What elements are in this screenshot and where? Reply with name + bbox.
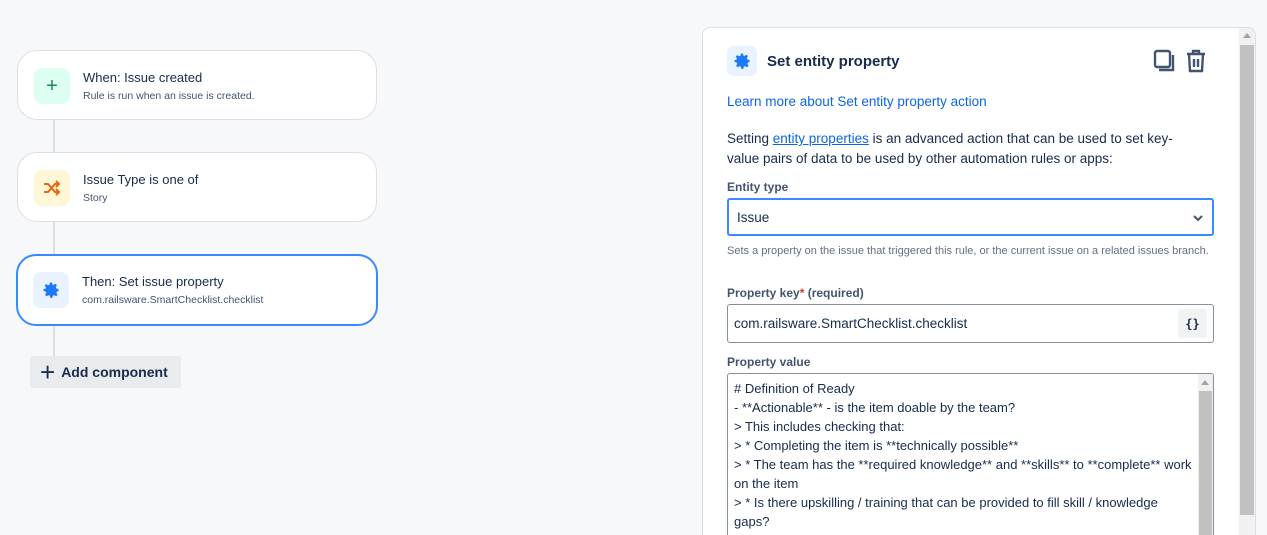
chevron-down-icon xyxy=(1192,210,1204,225)
property-key-input[interactable]: com.railsware.SmartChecklist.checklist {} xyxy=(727,304,1214,343)
property-key-value: com.railsware.SmartChecklist.checklist xyxy=(734,316,968,331)
entity-properties-link[interactable]: entity properties xyxy=(773,131,869,146)
textarea-scrollbar[interactable] xyxy=(1198,374,1213,535)
entity-type-select[interactable]: Issue xyxy=(727,198,1214,236)
gear-icon xyxy=(33,272,69,308)
trigger-card[interactable]: + When: Issue created Rule is run when a… xyxy=(17,50,377,120)
duplicate-icon[interactable] xyxy=(1153,49,1175,78)
smart-values-button[interactable]: {} xyxy=(1178,309,1207,338)
action-card[interactable]: Then: Set issue property com.railsware.S… xyxy=(16,254,378,326)
property-value-textarea[interactable]: # Definition of Ready - **Actionable** -… xyxy=(727,373,1214,535)
plus-icon: + xyxy=(34,68,70,104)
connector xyxy=(53,120,55,153)
condition-card[interactable]: Issue Type is one of Story xyxy=(17,152,377,222)
config-panel: Set entity property Learn more about Set… xyxy=(702,27,1256,535)
desc-text: Setting xyxy=(727,131,773,146)
property-value-label: Property value xyxy=(727,355,811,369)
property-key-label: Property key* (required) xyxy=(727,286,864,300)
gear-icon xyxy=(727,46,757,76)
required-mark: * xyxy=(799,286,805,300)
learn-more-link[interactable]: Learn more about Set entity property act… xyxy=(727,94,987,109)
label-text: Property key xyxy=(727,286,800,300)
property-value-text: # Definition of Ready - **Actionable** -… xyxy=(734,381,1192,529)
card-title: When: Issue created xyxy=(83,70,203,85)
card-title: Then: Set issue property xyxy=(82,274,224,289)
add-component-button[interactable]: + Add component xyxy=(30,356,181,388)
card-subtitle: com.railsware.SmartChecklist.checklist xyxy=(82,294,264,306)
card-subtitle: Rule is run when an issue is created. xyxy=(83,90,255,102)
connector xyxy=(53,222,55,255)
panel-scrollbar[interactable] xyxy=(1239,28,1255,535)
card-subtitle: Story xyxy=(83,192,108,204)
entity-type-help: Sets a property on the issue that trigge… xyxy=(727,245,1209,257)
trash-icon[interactable] xyxy=(1185,49,1207,78)
panel-title: Set entity property xyxy=(767,52,900,70)
required-text: (required) xyxy=(807,286,864,300)
plus-icon: + xyxy=(40,357,56,387)
entity-type-label: Entity type xyxy=(727,180,789,194)
entity-type-value: Issue xyxy=(737,209,770,225)
add-component-label: Add component xyxy=(61,364,168,380)
connector xyxy=(53,325,55,357)
shuffle-icon xyxy=(34,170,70,206)
card-title: Issue Type is one of xyxy=(83,172,199,187)
description: Setting entity properties is an advanced… xyxy=(727,129,1197,169)
